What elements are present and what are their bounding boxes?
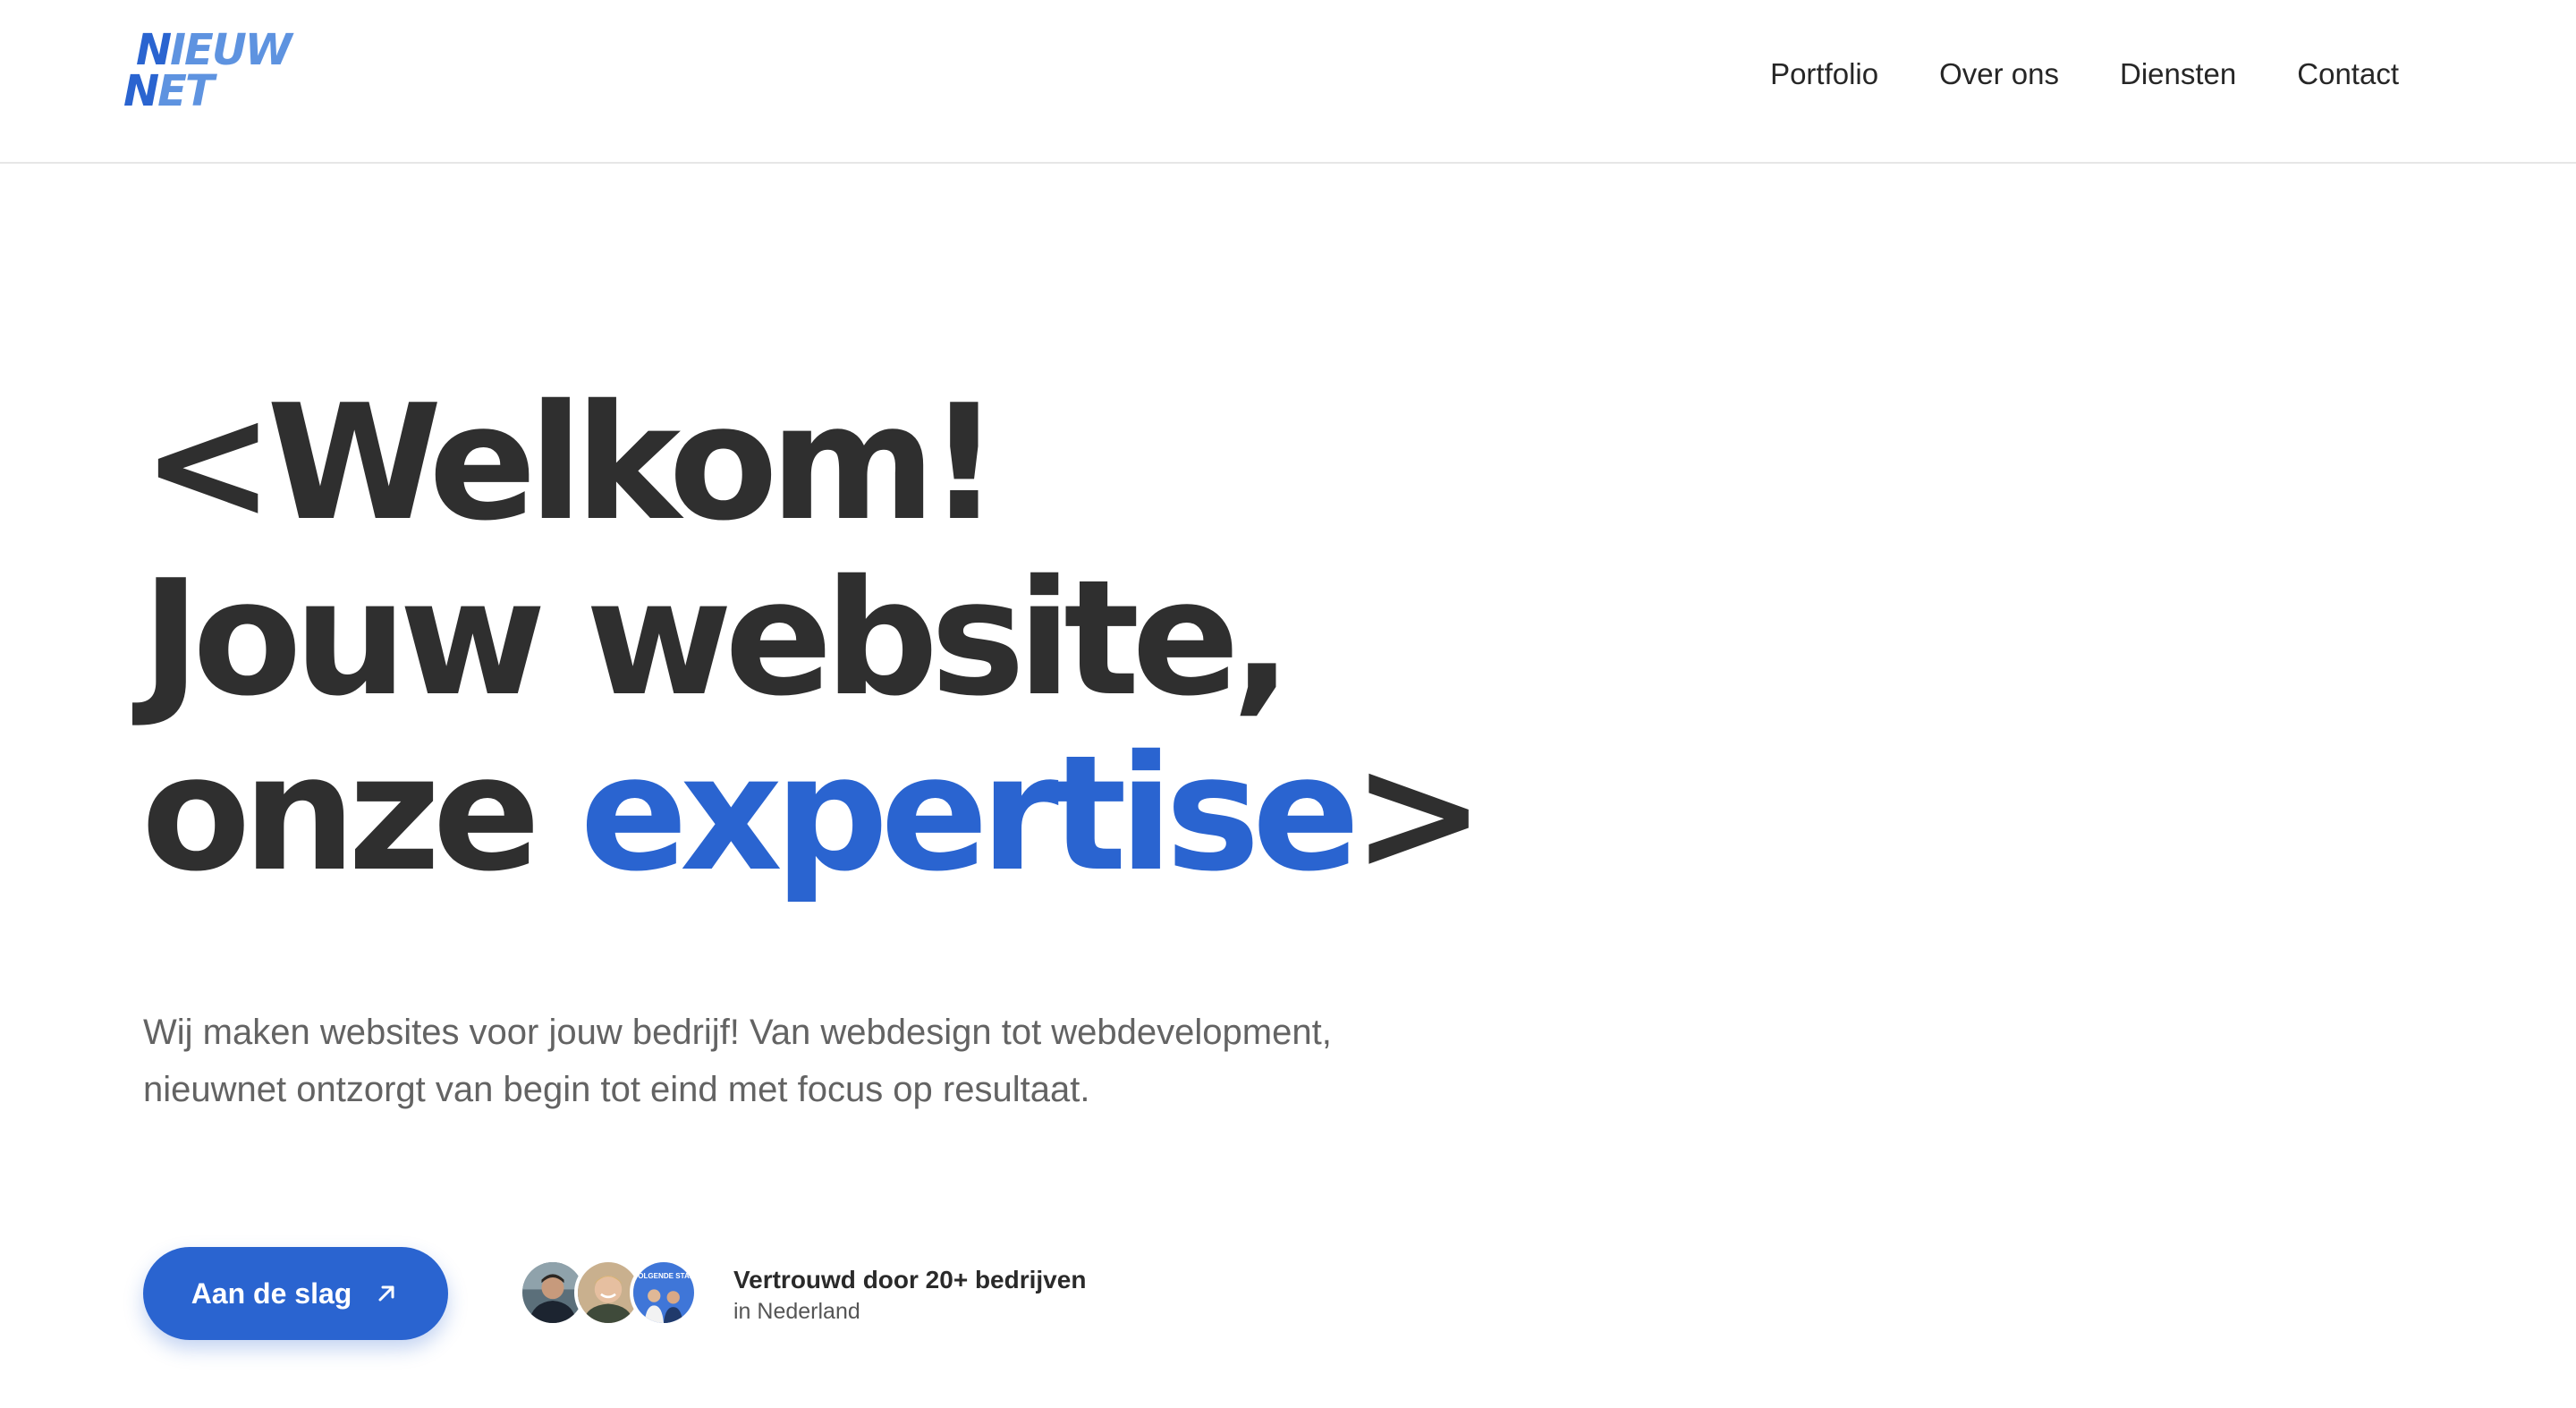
logo-line-2: NET bbox=[123, 66, 215, 116]
nav-item-portfolio[interactable]: Portfolio bbox=[1770, 57, 1878, 91]
aan-de-slag-button[interactable]: Aan de slag bbox=[143, 1247, 448, 1340]
avatar: VOLGENDE STAP bbox=[630, 1259, 698, 1327]
hero-title-line-1: <Welkom! bbox=[141, 370, 1000, 556]
page: NIEUW NET Portfolio Over ons Diensten Co… bbox=[0, 0, 2576, 1408]
trust-subtitle: in Nederland bbox=[733, 1299, 860, 1324]
hero-title: <Welkom! Jouw website, onze expertise> bbox=[141, 370, 1486, 906]
nieuwnet-logo[interactable]: NIEUW NET bbox=[123, 25, 329, 116]
svg-text:VOLGENDE STAP: VOLGENDE STAP bbox=[633, 1272, 694, 1280]
trust-text: Vertrouwd door 20+ bedrijven in Nederlan… bbox=[733, 1264, 1086, 1327]
arrow-up-right-icon bbox=[378, 1285, 394, 1302]
nav-item-diensten[interactable]: Diensten bbox=[2120, 57, 2236, 91]
trust-title: Vertrouwd door 20+ bedrijven bbox=[733, 1266, 1087, 1293]
cta-label: Aan de slag bbox=[191, 1277, 352, 1310]
hero-title-line-2: Jouw website, bbox=[141, 546, 1292, 731]
logo-line-1: NIEUW bbox=[136, 25, 292, 75]
hero-subtitle: Wij maken websites voor jouw bedrijf! Va… bbox=[143, 1013, 1332, 1109]
main-nav: Portfolio Over ons Diensten Contact bbox=[1770, 52, 2399, 97]
customer-avatars: VOLGENDE STAP bbox=[519, 1257, 707, 1328]
hero-title-accent: expertise bbox=[580, 721, 1360, 906]
nav-item-over-ons[interactable]: Over ons bbox=[1939, 57, 2059, 91]
site-header: NIEUW NET Portfolio Over ons Diensten Co… bbox=[0, 0, 2576, 164]
nav-item-contact[interactable]: Contact bbox=[2297, 57, 2399, 91]
hero-title-line-3: onze expertise> bbox=[141, 721, 1486, 906]
